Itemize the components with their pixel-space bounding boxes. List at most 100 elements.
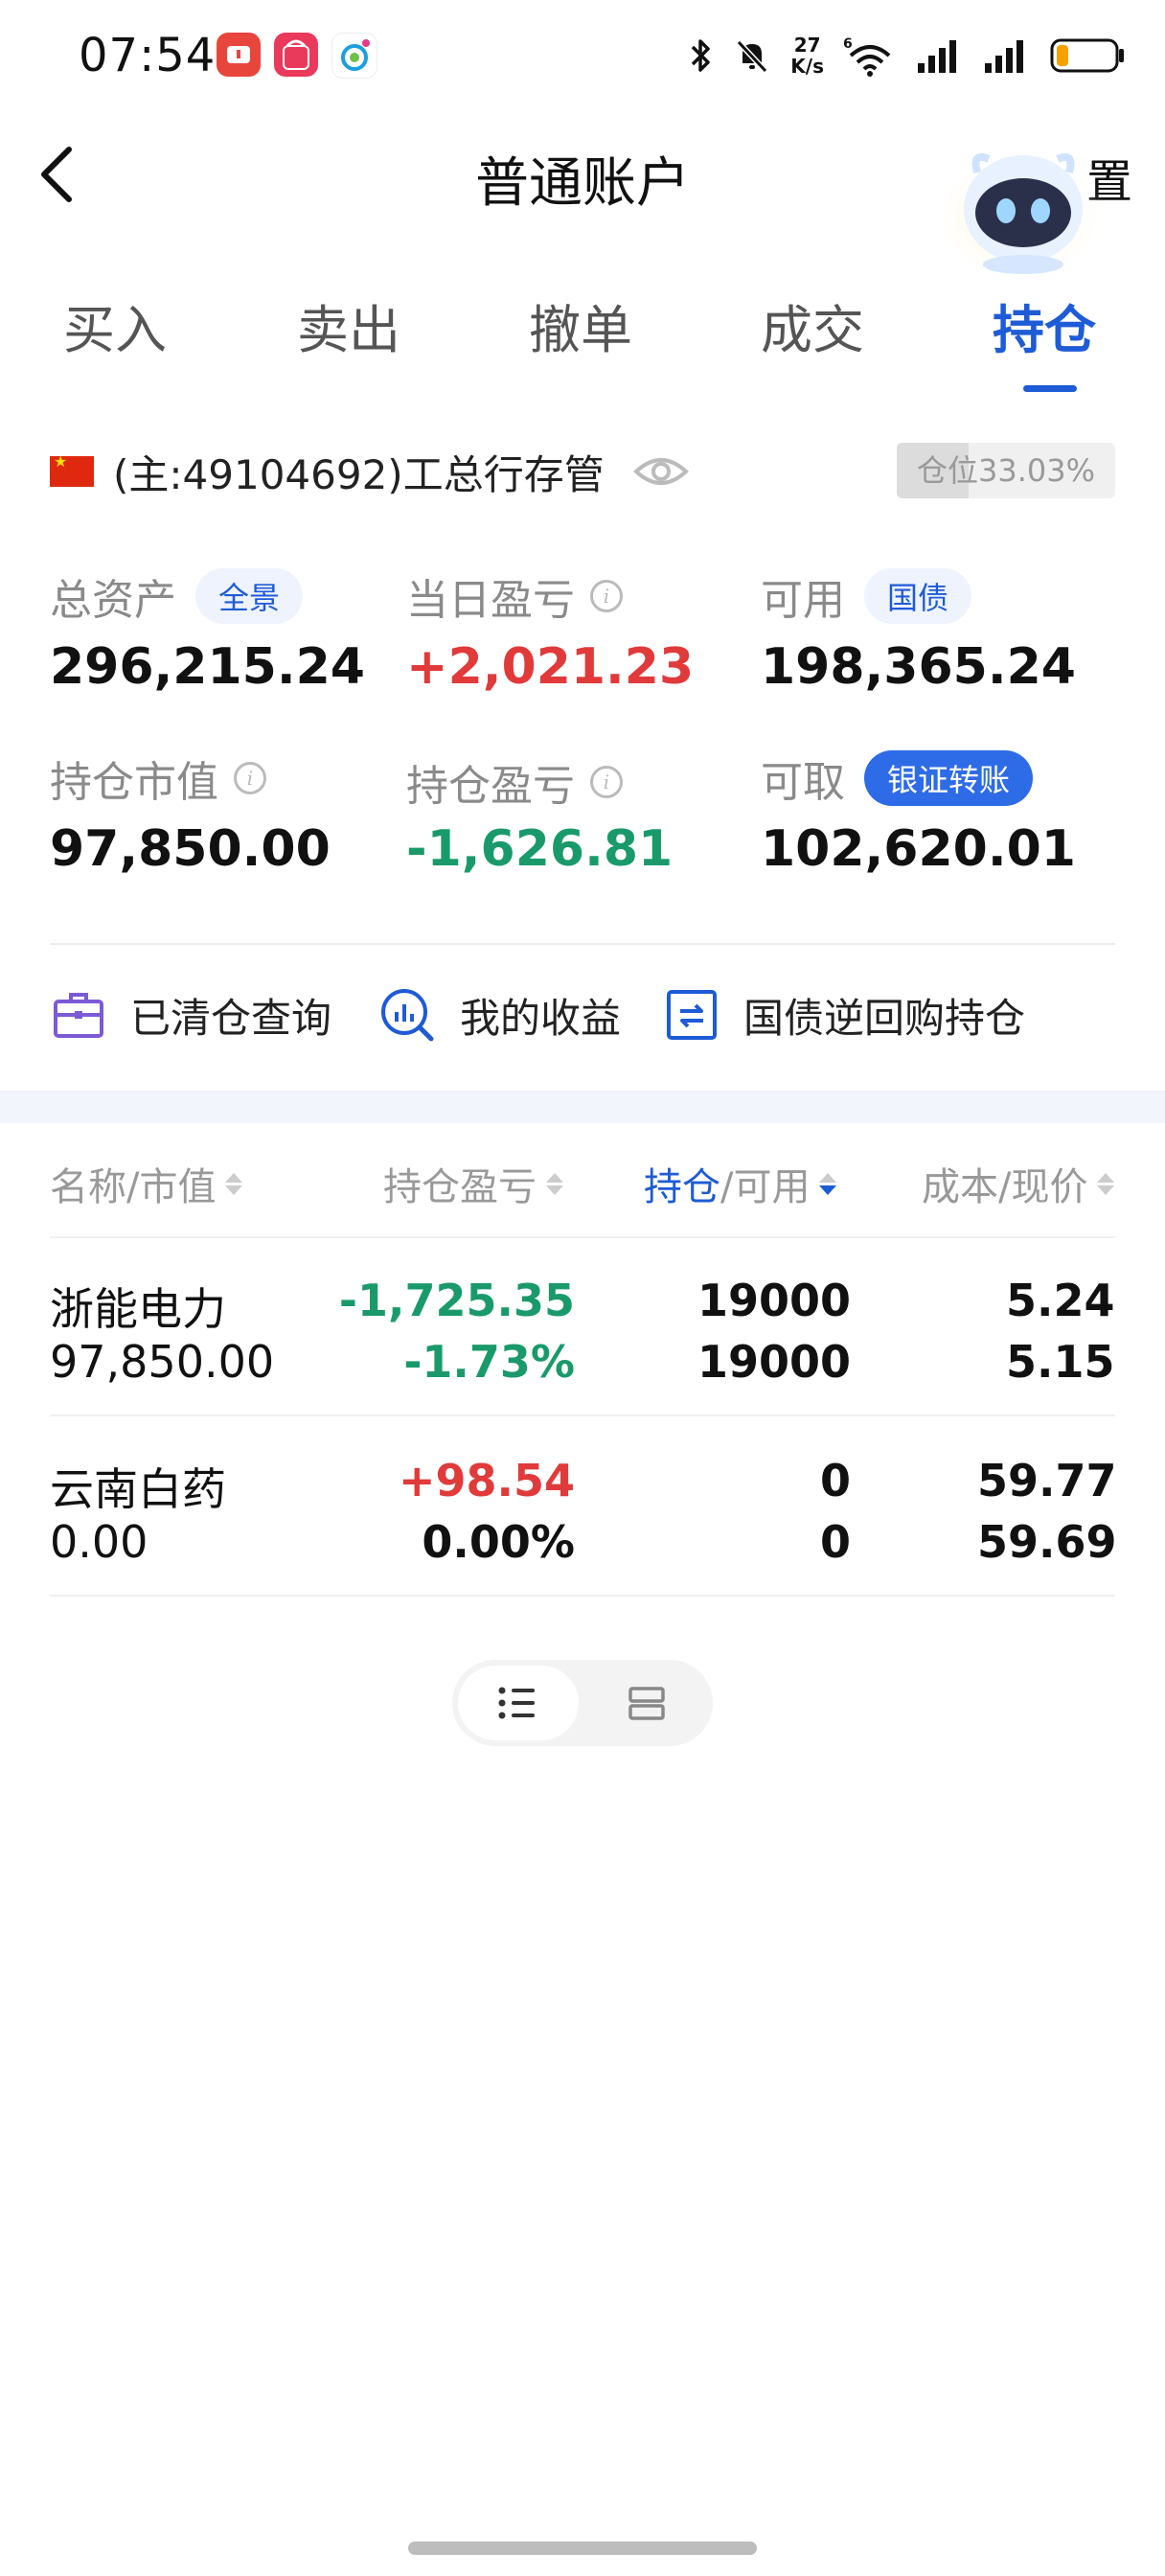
status-time: 07:54 xyxy=(79,29,217,82)
robot-icon xyxy=(930,146,1107,276)
mute-bell-icon xyxy=(737,39,768,74)
available-value: 198,365.24 xyxy=(761,638,1076,696)
market-value: 0.00 xyxy=(50,1516,148,1568)
summary-divider xyxy=(50,943,1115,945)
table-row[interactable]: 云南白药 0.00 +98.54 0.00% 0 0 59.770 59.690 xyxy=(50,1416,1115,1591)
row-divider xyxy=(50,1595,1115,1597)
home-indicator[interactable] xyxy=(408,2542,757,2555)
col-hold-rest-label: /可用 xyxy=(720,1165,811,1209)
total-assets-label-row: 总资产 全景 xyxy=(50,565,304,627)
withdrawable-value: 102,620.01 xyxy=(761,820,1076,878)
holding-pnl: -1,725.35 xyxy=(338,1275,575,1326)
table-row[interactable]: 浙能电力 97,850.00 -1,725.35 -1.73% 19000 19… xyxy=(50,1238,1115,1416)
signal-icon xyxy=(918,40,956,73)
tab-positions[interactable]: 持仓 xyxy=(993,288,1096,363)
available-qty: 19000 xyxy=(697,1336,851,1388)
sort-icon xyxy=(1097,1172,1115,1195)
tab-buy[interactable]: 买入 xyxy=(63,288,167,363)
reverse-repo-link[interactable]: 国债逆回购持仓 xyxy=(663,981,1025,1048)
cost-price: 59.770 xyxy=(977,1455,1115,1506)
sort-desc-icon xyxy=(819,1172,837,1195)
total-assets-value: 296,215.24 xyxy=(50,638,365,696)
col-pnl-label: 持仓盈亏 xyxy=(383,1165,537,1209)
bluetooth-icon xyxy=(692,39,711,72)
assistant-robot-button[interactable] xyxy=(927,134,1109,278)
cleared-positions-label: 已清仓查询 xyxy=(130,994,332,1042)
col-hold-header[interactable]: 持仓/可用 xyxy=(644,1156,837,1211)
col-name-label: 名称/市值 xyxy=(50,1165,217,1209)
bank-transfer-button[interactable]: 银证转账 xyxy=(864,750,1034,806)
net-speed-unit: K/s xyxy=(790,55,824,78)
panorama-button[interactable]: 全景 xyxy=(195,568,304,624)
reverse-repo-label: 国债逆回购持仓 xyxy=(743,994,1026,1042)
available-label-row: 可用 国债 xyxy=(761,565,972,627)
current-price: 59.690 xyxy=(977,1516,1115,1568)
list-view-icon[interactable] xyxy=(494,1683,542,1723)
tab-cancel-order[interactable]: 撤单 xyxy=(529,288,632,363)
position-ratio-badge: 仓位33.03% xyxy=(897,443,1115,498)
current-price: 5.150 xyxy=(1006,1336,1115,1388)
repo-icon xyxy=(667,990,717,1040)
holding-pnl-pct: 0.00% xyxy=(422,1516,575,1568)
market-value-value: 97,850.00 xyxy=(50,820,331,878)
view-toggle xyxy=(452,1660,713,1746)
section-band xyxy=(0,1091,1165,1123)
active-tab-indicator xyxy=(1023,385,1077,392)
china-flag-icon xyxy=(50,452,94,487)
available-label: 可用 xyxy=(761,576,845,625)
my-earnings-label: 我的收益 xyxy=(460,994,622,1042)
daily-pnl-label-row: 当日盈亏 i xyxy=(406,565,623,627)
card-view-icon[interactable] xyxy=(625,1683,669,1723)
info-icon[interactable]: i xyxy=(590,766,623,798)
wifi-icon: 6 xyxy=(843,36,891,77)
holding-qty: 19000 xyxy=(697,1275,851,1326)
stock-name: 云南白药 xyxy=(50,1463,226,1515)
tab-sell[interactable]: 卖出 xyxy=(297,288,400,363)
svg-text:6: 6 xyxy=(843,36,853,52)
holding-pnl-value: -1,626.81 xyxy=(406,820,674,878)
col-hold-active-label: 持仓 xyxy=(644,1165,720,1209)
notification-app-icon xyxy=(217,33,261,77)
app-gallery-icon xyxy=(274,33,318,77)
cost-price: 5.241 xyxy=(1006,1275,1115,1326)
tab-deals[interactable]: 成交 xyxy=(761,288,864,363)
battery-icon xyxy=(1050,38,1124,73)
account-label: (主:49104692)工总行存管 xyxy=(113,450,605,498)
withdrawable-label-row: 可取 银证转账 xyxy=(761,748,1034,809)
signal-icon-2 xyxy=(985,40,1023,73)
status-bar: 07:54 27 K/s 6 xyxy=(0,0,1165,111)
available-qty: 0 xyxy=(819,1516,851,1568)
net-speed-value: 27 xyxy=(793,34,821,57)
position-ratio-label: 仓位33.03% xyxy=(916,452,1096,489)
briefcase-icon xyxy=(54,993,103,1038)
info-icon[interactable]: i xyxy=(590,580,623,612)
cleared-positions-link[interactable]: 已清仓查询 xyxy=(50,981,331,1048)
net-speed: 27 K/s xyxy=(790,34,824,77)
holding-pnl-pct: -1.73% xyxy=(403,1336,575,1388)
holding-pnl-label: 持仓盈亏 xyxy=(406,762,575,811)
daily-pnl-label: 当日盈亏 xyxy=(406,576,575,625)
my-earnings-link[interactable]: 我的收益 xyxy=(377,981,621,1048)
holding-pnl-label-row: 持仓盈亏 i xyxy=(406,751,623,813)
market-value-label: 持仓市值 xyxy=(50,758,218,807)
eye-icon[interactable] xyxy=(632,452,689,491)
holding-qty: 0 xyxy=(819,1455,851,1506)
stock-name: 浙能电力 xyxy=(50,1283,226,1335)
account-selector[interactable]: (主:49104692)工总行存管 xyxy=(50,443,689,500)
chart-search-icon xyxy=(381,989,434,1042)
market-value-label-row: 持仓市值 i xyxy=(50,748,266,809)
info-icon[interactable]: i xyxy=(234,762,266,794)
col-pnl-header[interactable]: 持仓盈亏 xyxy=(383,1156,563,1211)
china-mobile-icon xyxy=(331,33,377,79)
total-assets-label: 总资产 xyxy=(50,576,176,625)
col-name-header[interactable]: 名称/市值 xyxy=(50,1156,243,1211)
market-value: 97,850.00 xyxy=(50,1336,275,1388)
sort-icon xyxy=(225,1172,243,1195)
daily-pnl-value: +2,021.23 xyxy=(406,638,695,696)
col-cost-label: 成本/现价 xyxy=(922,1165,1088,1209)
withdrawable-label: 可取 xyxy=(761,758,845,807)
treasury-bond-button[interactable]: 国债 xyxy=(864,568,972,624)
col-cost-header[interactable]: 成本/现价 xyxy=(922,1156,1115,1211)
holding-pnl: +98.54 xyxy=(398,1455,575,1506)
sort-icon xyxy=(546,1172,563,1195)
